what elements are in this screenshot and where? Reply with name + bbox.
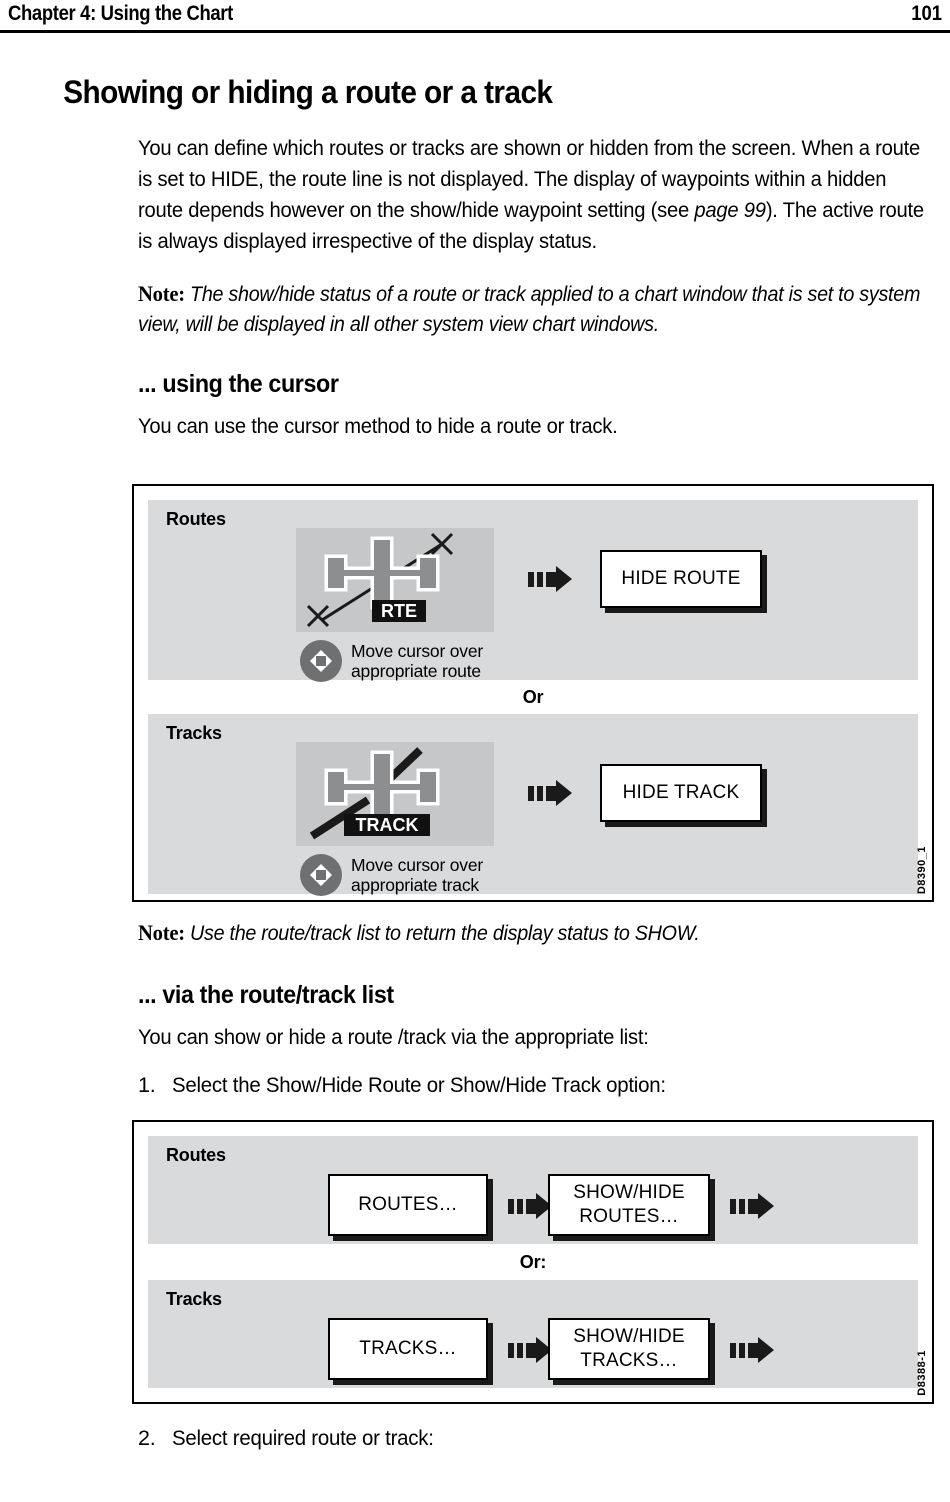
figure1-routes-label: Routes: [166, 509, 226, 529]
track-cursor-graphic: TRACK: [309, 747, 440, 840]
page-content: Showing or hiding a route or a track You…: [0, 34, 950, 1451]
figure2-or-separator: Or:: [148, 1244, 918, 1280]
routes-list-button[interactable]: ROUTES…: [328, 1174, 488, 1236]
chapter-title: Chapter 4: Using the Chart: [8, 2, 233, 25]
figure2-id: D8388-1: [916, 1350, 928, 1396]
list-section-intro-block: You can show or hide a route /track via …: [0, 1010, 950, 1053]
figure1-tracks-cursor-hint: Move cursor over appropriate track: [300, 854, 483, 896]
subsection-heading-list: ... via the route/track list: [138, 981, 394, 1009]
hide-route-button[interactable]: HIDE ROUTE: [600, 550, 762, 608]
figure2-routes-panel: Routes ROUTES… SHOW/HIDE ROUTES…: [148, 1136, 918, 1244]
figure1-routes-cursor-hint: Move cursor over appropriate route: [300, 640, 483, 682]
note-1-text: The show/hide status of a route or track…: [138, 283, 921, 336]
step-1-number: 1.: [138, 1073, 156, 1097]
figure1-routes-panel: Routes RTE Move cursor over appropriate …: [148, 500, 918, 682]
intro-paragraph: You can define which routes or tracks ar…: [138, 133, 931, 257]
figure1-routes-arrow: [528, 566, 572, 592]
list-section-heading-block: ... via the route/track list: [0, 949, 950, 1010]
cursor-section-intro-block: You can use the cursor method to hide a …: [0, 399, 950, 442]
figure2-tracks-panel: Tracks TRACKS… SHOW/HIDE TRACKS…: [148, 1280, 918, 1388]
step-2-number: 2.: [138, 1426, 156, 1450]
tracks-list-button[interactable]: TRACKS…: [328, 1318, 488, 1380]
note-label: Note:: [138, 281, 185, 306]
figure-hide-via-cursor: Routes RTE Move cursor over appropriate …: [132, 484, 934, 902]
step-1-text: Select the Show/Hide Route or Show/Hide …: [172, 1073, 666, 1097]
show-hide-tracks-button[interactable]: SHOW/HIDE TRACKS…: [548, 1318, 710, 1380]
note-label: Note:: [138, 920, 185, 945]
cursor-section-heading-block: ... using the cursor: [0, 340, 950, 399]
intro-block: You can define which routes or tracks ar…: [0, 111, 950, 257]
step-1-block: 1. Select the Show/Hide Route or Show/Hi…: [0, 1053, 950, 1098]
figure1-tracks-caption: Move cursor over appropriate track: [351, 855, 483, 895]
figure2-routes-arrow-1: [508, 1193, 552, 1219]
figure2-tracks-arrow-2: [730, 1337, 774, 1363]
figure1-tracks-arrow: [528, 780, 572, 806]
figure2-tracks-label: Tracks: [166, 1289, 222, 1309]
page-header: Chapter 4: Using the Chart 101: [0, 0, 950, 34]
page-number: 101: [911, 2, 942, 25]
show-hide-routes-button[interactable]: SHOW/HIDE ROUTES…: [548, 1174, 710, 1236]
figure2-tracks-arrow-1: [508, 1337, 552, 1363]
step-2-block: 2. Select required route or track:: [0, 1404, 950, 1451]
note-block-2: Note: Use the route/track list to return…: [0, 902, 950, 949]
subsection-heading-cursor: ... using the cursor: [138, 370, 339, 398]
figure1-id: D8390_1: [916, 845, 928, 894]
hide-track-button[interactable]: HIDE TRACK: [600, 764, 762, 822]
figure1-routes-caption: Move cursor over appropriate route: [351, 641, 483, 681]
list-section-intro: You can show or hide a route /track via …: [138, 1025, 649, 1049]
note-2-text: Use the route/track list to return the d…: [190, 922, 700, 945]
figure2-routes-label: Routes: [166, 1145, 226, 1165]
figure1-or-separator: Or: [148, 680, 918, 714]
figure-show-hide-via-list: Routes ROUTES… SHOW/HIDE ROUTES… Or: Tra…: [132, 1120, 934, 1404]
note-1: Note: The show/hide status of a route or…: [138, 279, 931, 340]
cursor-section-intro: You can use the cursor method to hide a …: [138, 414, 618, 438]
header-rule: [0, 30, 950, 33]
step-2-text: Select required route or track:: [172, 1426, 434, 1450]
note-block-1: Note: The show/hide status of a route or…: [0, 257, 950, 340]
step-1: 1. Select the Show/Hide Route or Show/Hi…: [138, 1073, 934, 1098]
route-tag-text: RTE: [381, 601, 417, 621]
step-2: 2. Select required route or track:: [138, 1426, 934, 1451]
page-cross-reference[interactable]: page 99: [694, 198, 766, 222]
figure1-tracks-label: Tracks: [166, 723, 222, 743]
figure2-routes-arrow-2: [730, 1193, 774, 1219]
route-cursor-graphic: RTE: [306, 532, 454, 628]
chart-preview-track: TRACK: [296, 742, 494, 846]
note-2: Note: Use the route/track list to return…: [138, 918, 931, 949]
dpad-icon: [300, 854, 342, 896]
chart-preview-route: RTE: [296, 528, 494, 632]
figure1-tracks-panel: Tracks TRACK Move cursor over appropriat…: [148, 714, 918, 896]
page-title: Showing or hiding a route or a track: [63, 74, 553, 110]
track-tag-text: TRACK: [356, 815, 419, 835]
dpad-icon: [300, 640, 342, 682]
